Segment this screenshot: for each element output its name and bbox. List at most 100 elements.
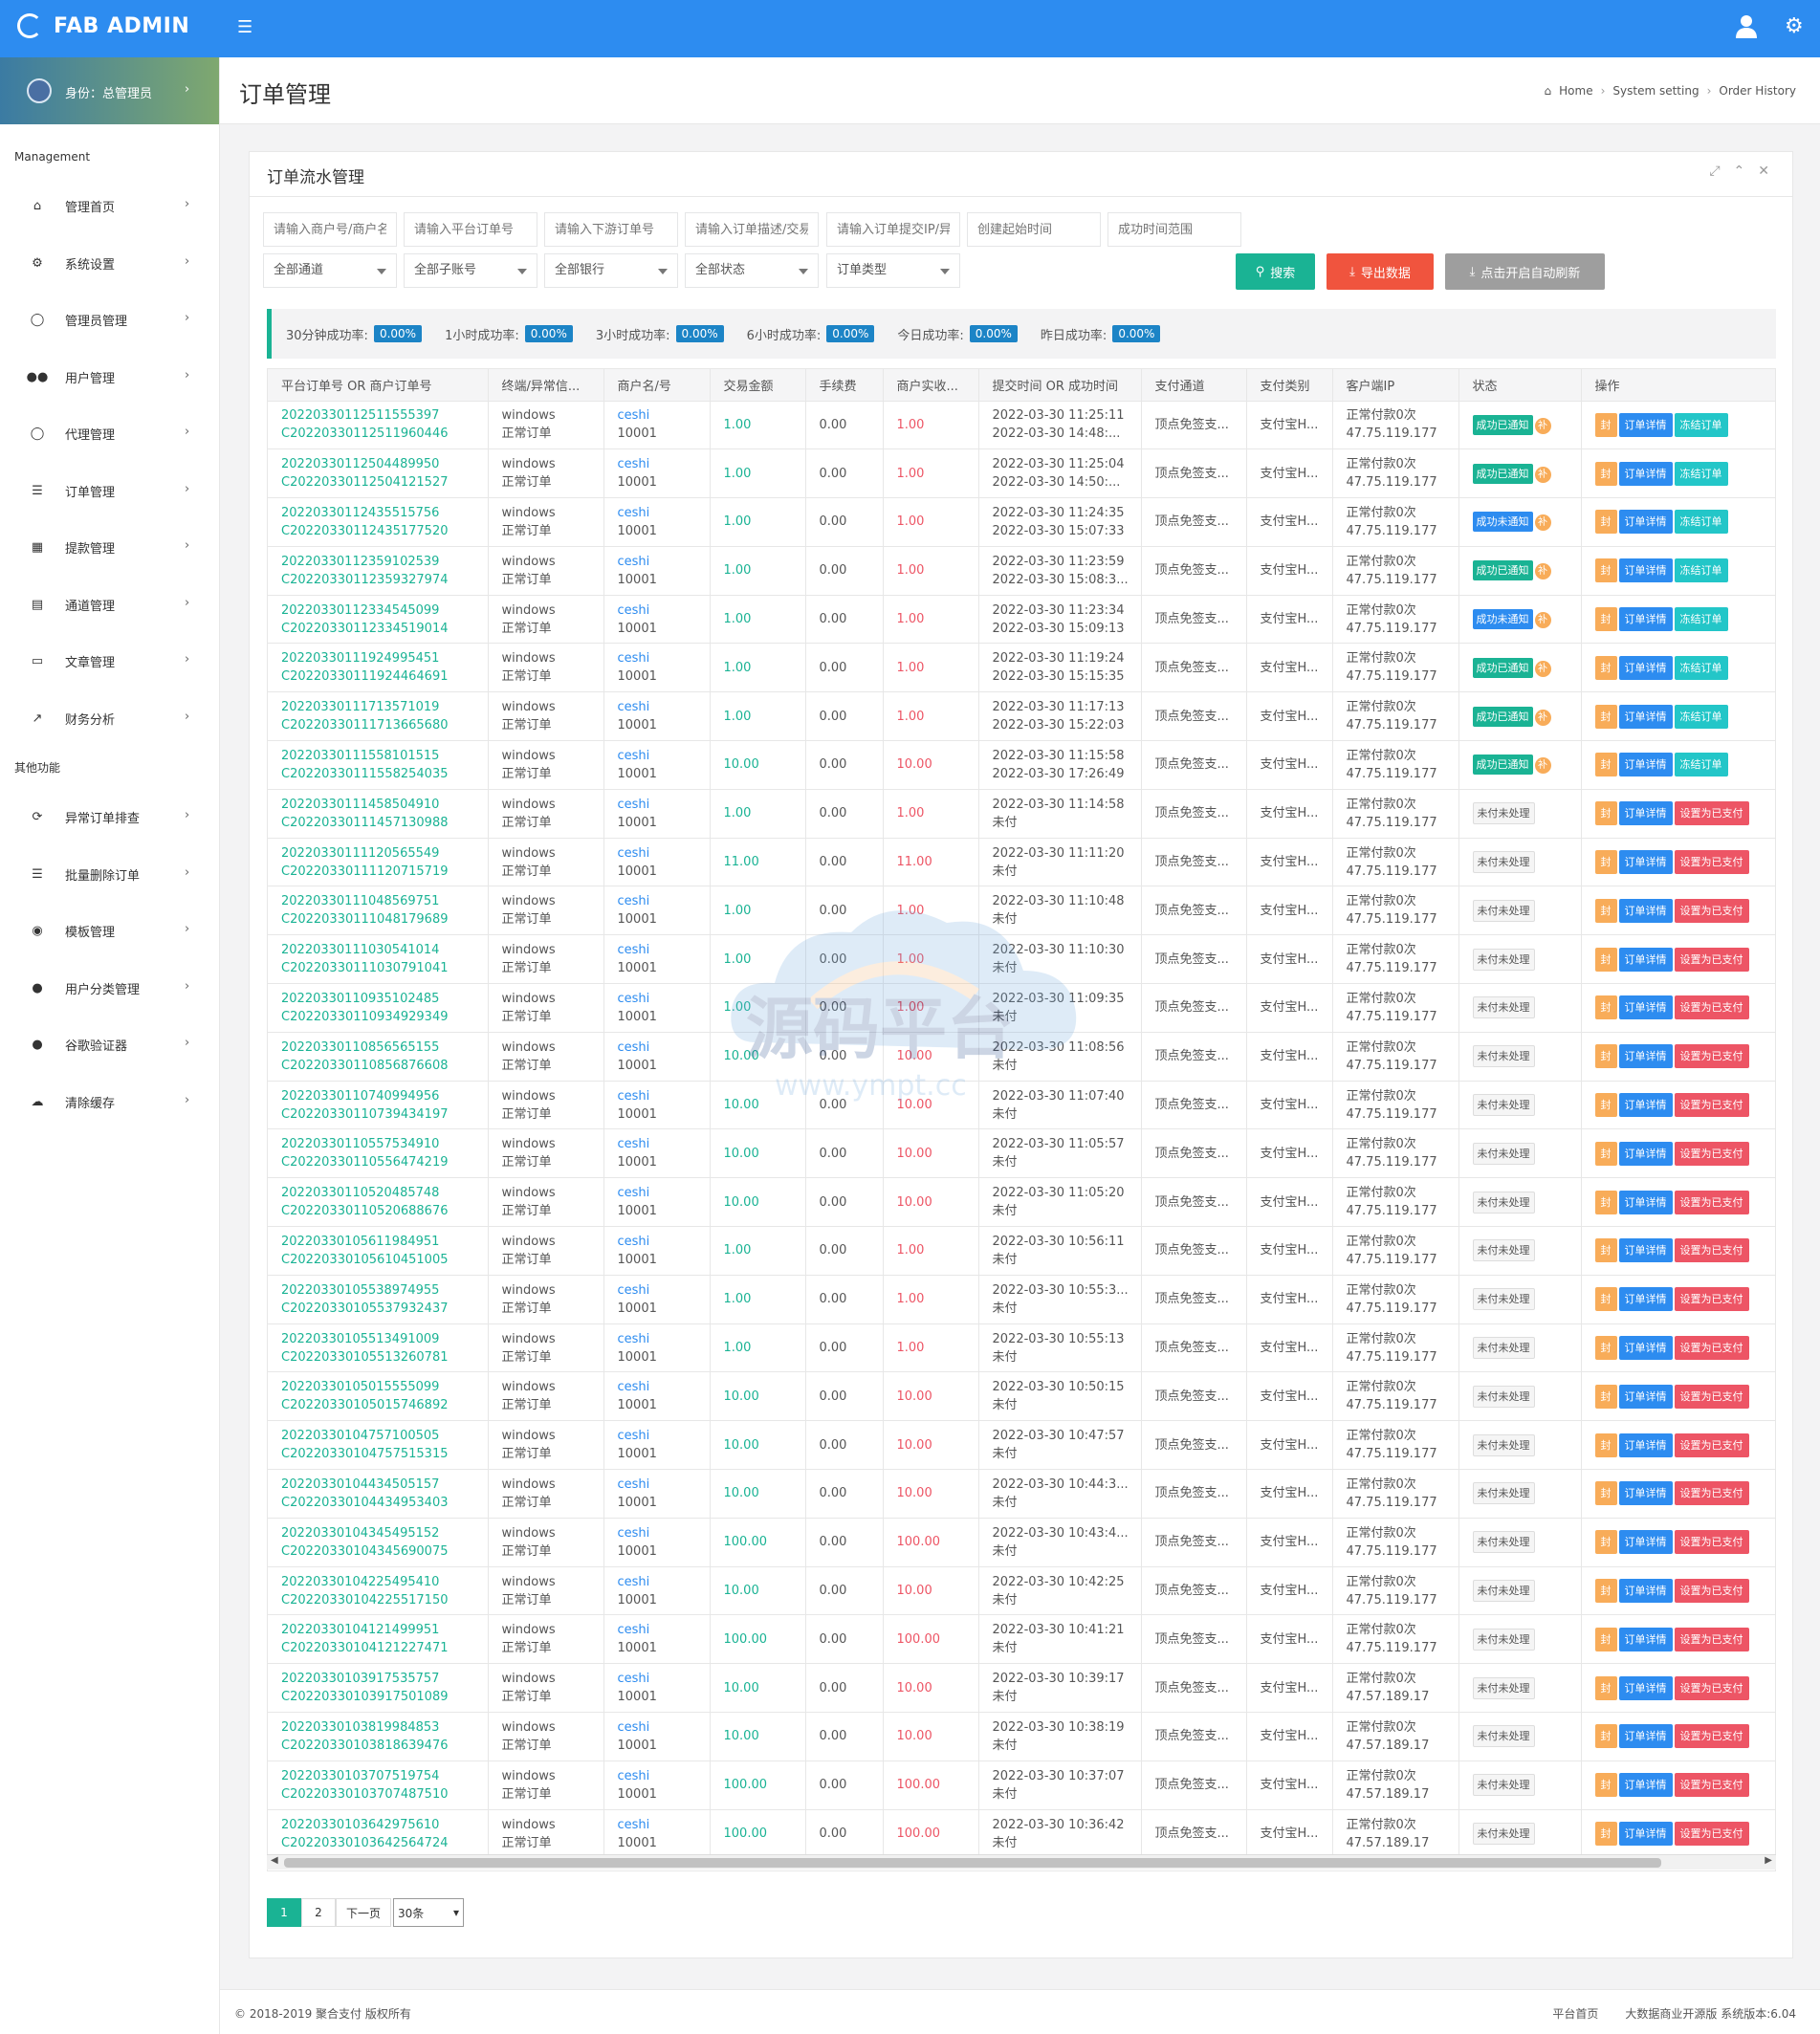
table-row[interactable]: 20220330111030541014 C2022033011103079104… [268, 934, 1775, 985]
filter-select-0[interactable]: 全部通道 [263, 253, 397, 288]
seal-button[interactable]: 封 [1594, 1433, 1617, 1457]
order-ids[interactable]: 20220330103642975610 C2022033010364256472… [268, 1809, 489, 1859]
order-detail-button[interactable]: 订单详情 [1618, 1433, 1673, 1457]
merchant-cell[interactable]: ceshi 10001 [603, 1177, 711, 1228]
order-detail-button[interactable]: 订单详情 [1618, 461, 1673, 486]
next-page-button[interactable]: 下一页 [336, 1898, 392, 1927]
merchant-name[interactable]: ceshi [618, 1281, 710, 1300]
order-detail-button[interactable]: 订单详情 [1618, 947, 1673, 972]
order-detail-button[interactable]: 订单详情 [1618, 1724, 1673, 1749]
freeze-order-button[interactable]: 冻结订单 [1674, 753, 1728, 777]
order-ids[interactable]: 20220330105513491009 C2022033010551326078… [268, 1323, 489, 1373]
merchant-name[interactable]: ceshi [618, 796, 710, 814]
order-detail-button[interactable]: 订单详情 [1618, 704, 1673, 729]
filter-input-4[interactable] [826, 212, 960, 247]
sidebar-item-5[interactable]: ☁ 清除缓存 › [0, 1074, 219, 1131]
table-row[interactable]: 20220330105513491009 C2022033010551326078… [268, 1323, 1775, 1373]
seal-button[interactable]: 封 [1594, 1675, 1617, 1700]
freeze-order-button[interactable]: 冻结订单 [1674, 704, 1728, 729]
column-header[interactable]: 平台订单号 OR 商户订单号 [268, 369, 489, 402]
sidebar-item-0[interactable]: ⌂ 管理首页 › [0, 178, 219, 235]
filter-input-0[interactable] [263, 212, 397, 247]
order-ids[interactable]: 20220330104434505157 C2022033010443495340… [268, 1469, 489, 1519]
set-paid-button[interactable]: 设置为已支付 [1674, 1238, 1749, 1263]
table-row[interactable]: 20220330103917535757 C2022033010391750108… [268, 1663, 1775, 1714]
order-detail-button[interactable]: 订单详情 [1618, 850, 1673, 875]
merchant-name[interactable]: ceshi [618, 1427, 710, 1445]
merchant-name[interactable]: ceshi [618, 1135, 710, 1153]
merchant-cell[interactable]: ceshi 10001 [603, 1469, 711, 1519]
order-ids[interactable]: 20220330105538974955 C2022033010553793243… [268, 1275, 489, 1324]
scroll-thumb[interactable] [284, 1858, 1661, 1868]
merchant-cell[interactable]: ceshi 10001 [603, 1566, 711, 1616]
table-row[interactable]: 20220330105611984951 C2022033010561045100… [268, 1226, 1775, 1276]
table-row[interactable]: 20220330103819984853 C2022033010381863947… [268, 1712, 1775, 1761]
order-ids[interactable]: 20220330104225495410 C2022033010422551715… [268, 1566, 489, 1616]
sidebar-item-3[interactable]: ●● 用户管理 › [0, 349, 219, 406]
seal-button[interactable]: 封 [1594, 1822, 1617, 1846]
repush-button[interactable]: 补 [1534, 466, 1551, 483]
sidebar-item-2[interactable]: ◉ 模板管理 › [0, 903, 219, 960]
merchant-name[interactable]: ceshi [618, 1184, 710, 1202]
set-paid-button[interactable]: 设置为已支付 [1674, 1093, 1749, 1118]
merchant-cell[interactable]: ceshi 10001 [603, 1275, 711, 1324]
seal-button[interactable]: 封 [1594, 753, 1617, 777]
collapse-icon[interactable]: ⌃ [1734, 164, 1745, 179]
seal-button[interactable]: 封 [1594, 1579, 1617, 1604]
scroll-left-icon[interactable]: ◀ [271, 1855, 278, 1866]
table-row[interactable]: 20220330111458504910 C2022033011145713098… [268, 789, 1775, 839]
merchant-cell[interactable]: ceshi 10001 [603, 448, 711, 499]
order-ids[interactable]: 20220330104121499951 C2022033010412122747… [268, 1614, 489, 1665]
table-row[interactable]: 20220330104757100505 C2022033010475751531… [268, 1420, 1775, 1471]
seal-button[interactable]: 封 [1594, 558, 1617, 583]
merchant-cell[interactable]: ceshi 10001 [603, 1128, 711, 1179]
seal-button[interactable]: 封 [1594, 1773, 1617, 1798]
merchant-cell[interactable]: ceshi 10001 [603, 595, 711, 645]
merchant-name[interactable]: ceshi [618, 1573, 710, 1591]
sidebar-item-4[interactable]: ● 谷歌验证器 › [0, 1017, 219, 1074]
order-ids[interactable]: 20220330105015555099 C2022033010501574689… [268, 1371, 489, 1422]
merchant-cell[interactable]: ceshi 10001 [603, 1663, 711, 1714]
merchant-name[interactable]: ceshi [618, 553, 710, 571]
merchant-name[interactable]: ceshi [618, 1330, 710, 1348]
order-ids[interactable]: 20220330112511555397 C2022033011251196044… [268, 401, 489, 450]
merchant-name[interactable]: ceshi [618, 844, 710, 863]
order-detail-button[interactable]: 订单详情 [1618, 1627, 1673, 1651]
merchant-cell[interactable]: ceshi 10001 [603, 401, 711, 450]
merchant-name[interactable]: ceshi [618, 698, 710, 716]
table-row[interactable]: 20220330103707519754 C2022033010370748751… [268, 1761, 1775, 1810]
order-ids[interactable]: 20220330110935102485 C2022033011093492934… [268, 983, 489, 1033]
table-row[interactable]: 20220330105538974955 C2022033010553793243… [268, 1275, 1775, 1324]
order-ids[interactable]: 20220330112504489950 C2022033011250412152… [268, 448, 489, 499]
order-ids[interactable]: 20220330111048569751 C2022033011104817968… [268, 886, 489, 936]
order-detail-button[interactable]: 订单详情 [1618, 1238, 1673, 1263]
merchant-name[interactable]: ceshi [618, 1767, 710, 1785]
set-paid-button[interactable]: 设置为已支付 [1674, 1822, 1749, 1846]
table-row[interactable]: 20220330112435515756 C2022033011243517752… [268, 497, 1775, 547]
horizontal-scrollbar[interactable]: ◀ ▶ [267, 1854, 1776, 1870]
merchant-cell[interactable]: ceshi 10001 [603, 838, 711, 887]
sidebar-item-8[interactable]: ▭ 文章管理 › [0, 633, 219, 690]
filter-select-4[interactable]: 订单类型 [826, 253, 960, 288]
merchant-name[interactable]: ceshi [618, 649, 710, 667]
merchant-cell[interactable]: ceshi 10001 [603, 643, 711, 693]
table-row[interactable]: 20220330112504489950 C2022033011250412152… [268, 448, 1775, 499]
order-detail-button[interactable]: 订单详情 [1618, 1044, 1673, 1069]
sidebar-item-9[interactable]: ↗ 财务分析 › [0, 690, 219, 748]
table-row[interactable]: 20220330104121499951 C2022033010412122747… [268, 1614, 1775, 1665]
seal-button[interactable]: 封 [1594, 1190, 1617, 1214]
set-paid-button[interactable]: 设置为已支付 [1674, 1190, 1749, 1214]
sidebar-item-1[interactable]: ☰ 批量删除订单 › [0, 846, 219, 904]
set-paid-button[interactable]: 设置为已支付 [1674, 1141, 1749, 1166]
column-header[interactable]: 客户端IP [1332, 369, 1459, 402]
order-detail-button[interactable]: 订单详情 [1618, 801, 1673, 826]
freeze-order-button[interactable]: 冻结订单 [1674, 510, 1728, 535]
sidebar-item-7[interactable]: ▤ 通道管理 › [0, 577, 219, 634]
search-button[interactable]: ⚲ 搜索 [1236, 253, 1315, 290]
repush-button[interactable]: 补 [1534, 563, 1551, 580]
order-detail-button[interactable]: 订单详情 [1618, 1287, 1673, 1312]
order-detail-button[interactable]: 订单详情 [1618, 607, 1673, 632]
merchant-cell[interactable]: ceshi 10001 [603, 1712, 711, 1761]
set-paid-button[interactable]: 设置为已支付 [1674, 1675, 1749, 1700]
merchant-cell[interactable]: ceshi 10001 [603, 1081, 711, 1130]
